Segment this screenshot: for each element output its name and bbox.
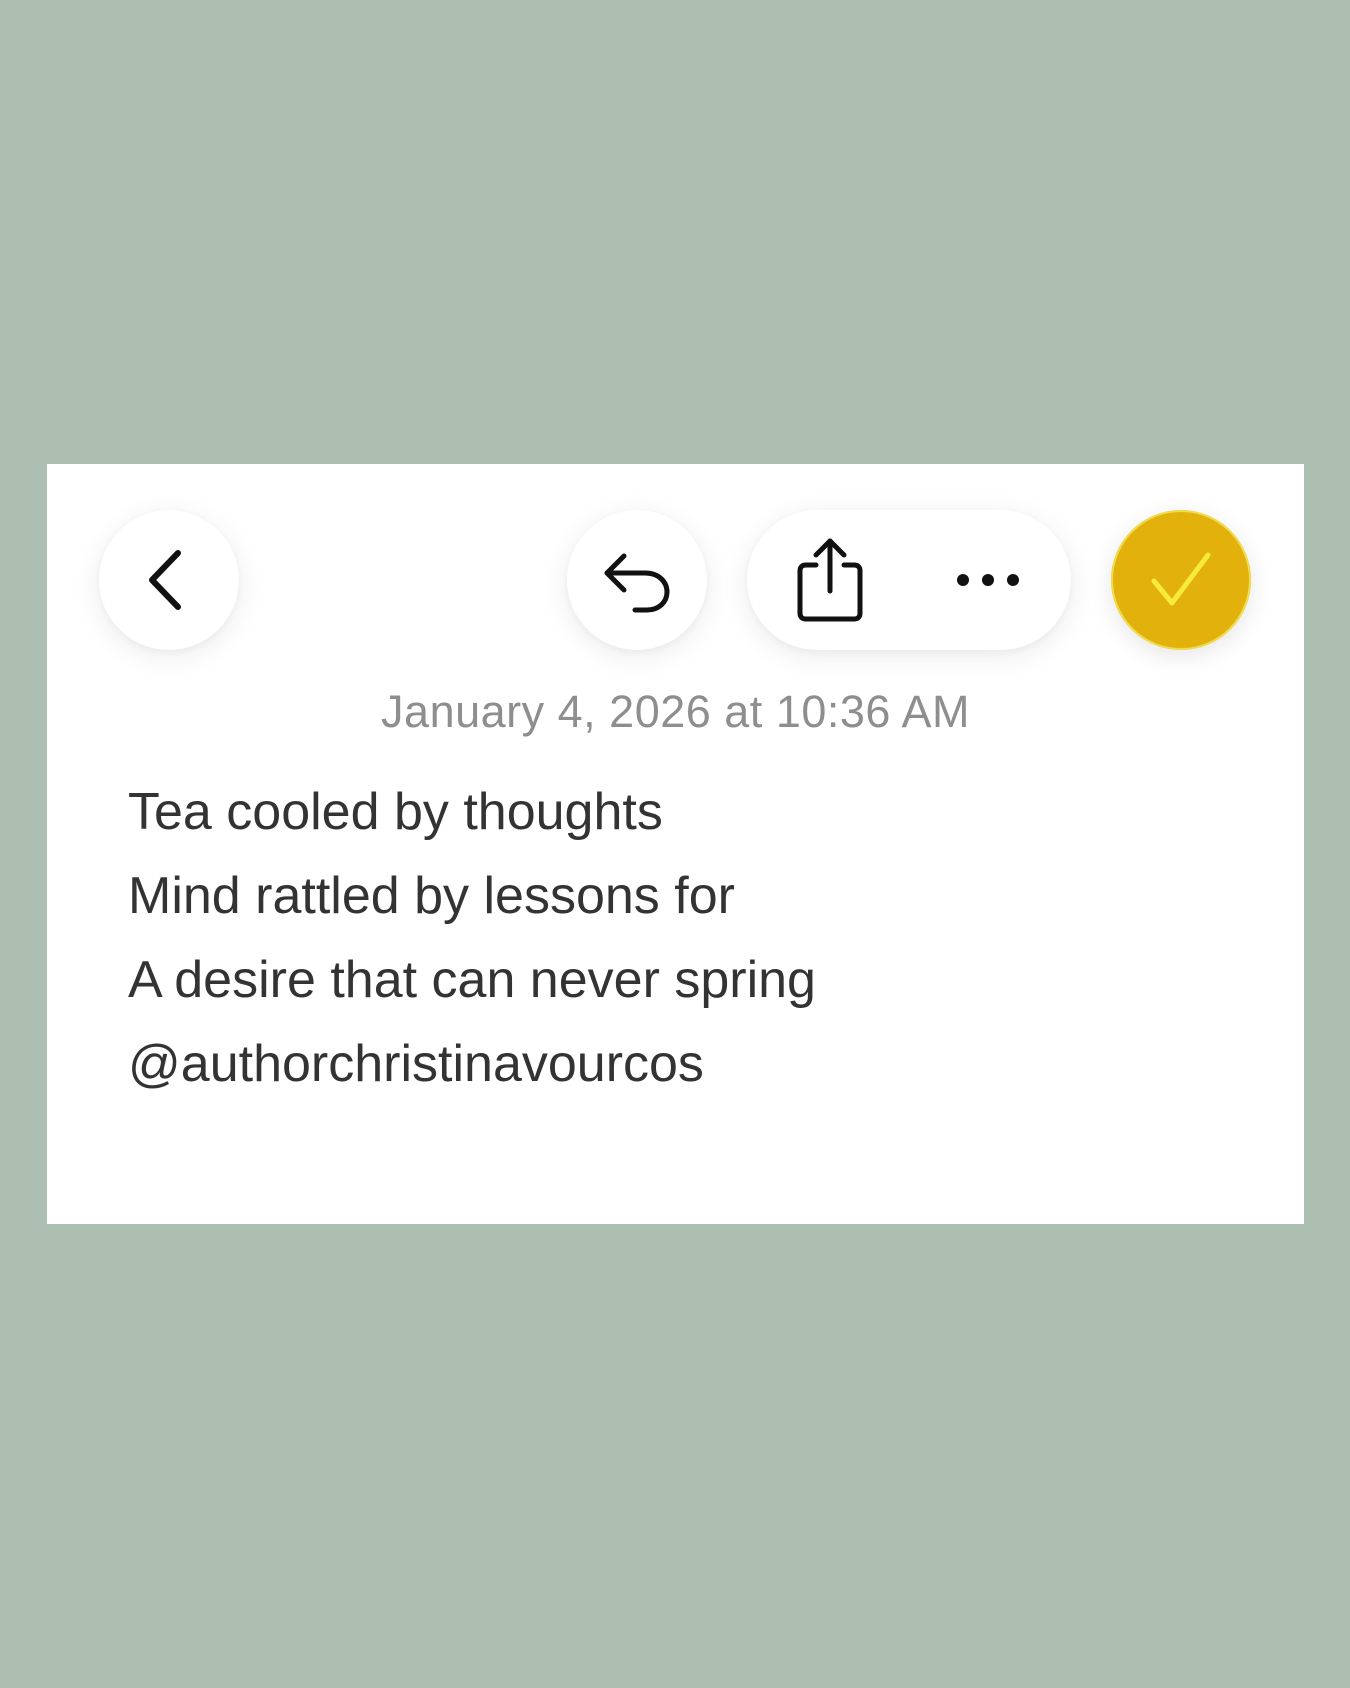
share-button[interactable] xyxy=(785,535,875,625)
note-card: January 4, 2026 at 10:36 AM Tea cooled b… xyxy=(47,464,1304,1224)
share-icon xyxy=(790,535,870,625)
chevron-left-icon xyxy=(134,545,204,615)
note-body[interactable]: Tea cooled by thoughts Mind rattled by l… xyxy=(128,770,1248,1106)
back-button[interactable] xyxy=(99,510,239,650)
note-line: Mind rattled by lessons for xyxy=(128,867,735,925)
note-timestamp: January 4, 2026 at 10:36 AM xyxy=(381,686,970,737)
undo-button[interactable] xyxy=(567,510,707,650)
undo-arrow-icon xyxy=(597,540,677,620)
note-author-handle: @authorchristinavourcos xyxy=(128,1035,704,1093)
note-line: A desire that can never spring xyxy=(128,951,816,1009)
share-more-group xyxy=(747,510,1071,650)
done-button[interactable] xyxy=(1111,510,1251,650)
more-button[interactable] xyxy=(943,535,1033,625)
checkmark-icon xyxy=(1146,545,1216,615)
ellipsis-icon xyxy=(953,570,1023,590)
note-line: Tea cooled by thoughts xyxy=(128,783,663,841)
